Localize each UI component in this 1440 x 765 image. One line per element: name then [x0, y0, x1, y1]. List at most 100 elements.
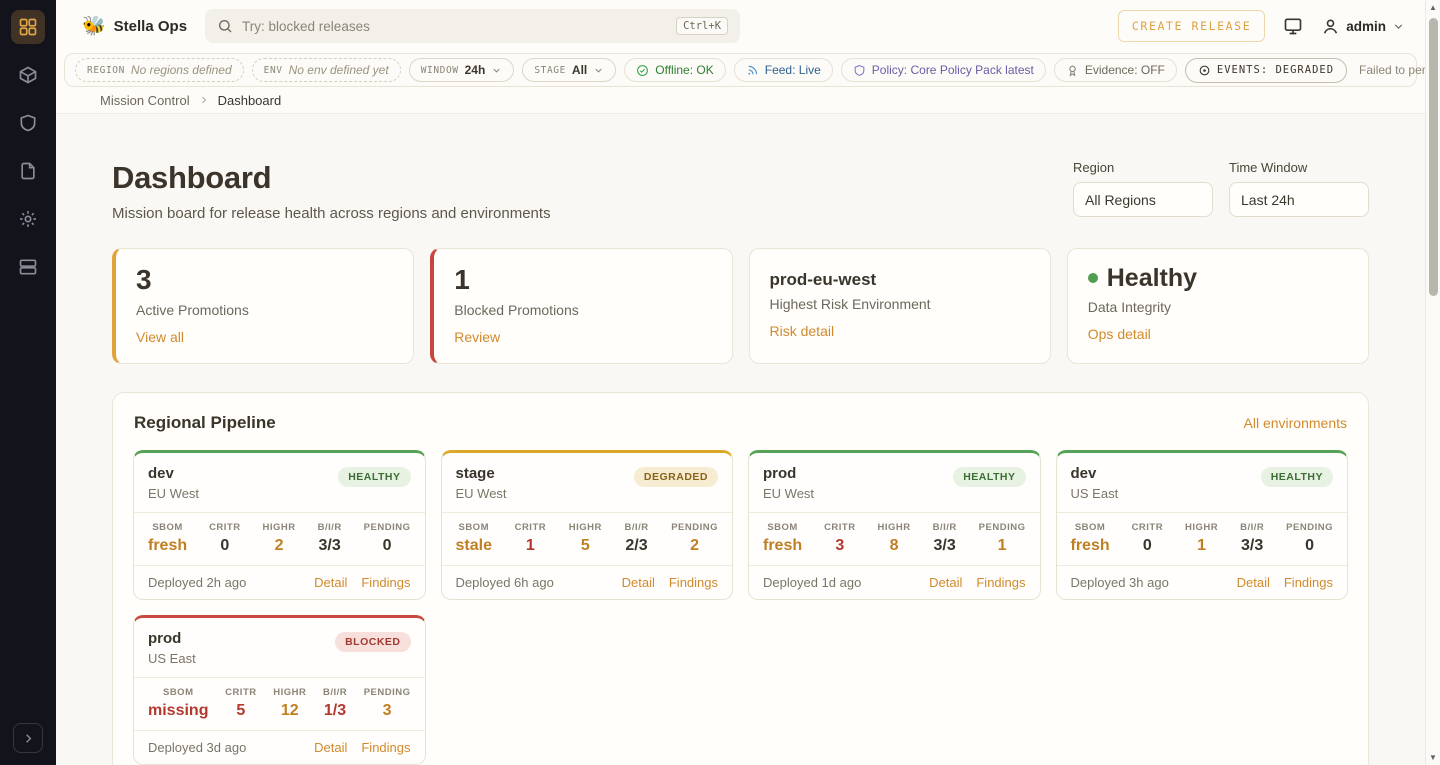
gear-icon	[18, 209, 38, 229]
status-badge: HEALTHY	[1261, 467, 1333, 487]
search-box[interactable]: Ctrl+K	[205, 9, 740, 43]
findings-link[interactable]: Findings	[669, 575, 718, 590]
chevron-down-icon	[1392, 20, 1405, 33]
risk-detail-link[interactable]: Risk detail	[770, 323, 835, 339]
sidebar-item-releases[interactable]	[11, 58, 45, 92]
panel-title: Regional Pipeline	[134, 413, 276, 433]
search-shortcut-kbd: Ctrl+K	[676, 17, 728, 35]
user-menu[interactable]: admin	[1321, 17, 1405, 36]
metric-label: SBOM	[456, 522, 492, 533]
sidebar-expand-button[interactable]	[13, 723, 43, 753]
findings-link[interactable]: Findings	[976, 575, 1025, 590]
sidebar-item-dashboard[interactable]	[11, 10, 45, 44]
stat-value: prod-eu-west	[770, 264, 1030, 290]
metric-label: SBOM	[148, 522, 187, 533]
sidebar-item-infrastructure[interactable]	[11, 250, 45, 284]
env-region: EU West	[763, 486, 814, 501]
breadcrumb: Mission Control Dashboard	[56, 87, 1425, 114]
region-filter-chip[interactable]: REGION No regions defined	[75, 58, 244, 82]
time-window-select[interactable]: Last 24h	[1229, 182, 1369, 217]
dashboard-content: Dashboard Mission board for release heal…	[56, 114, 1425, 765]
package-icon	[18, 65, 38, 85]
context-bar: REGION No regions defined ENV No env def…	[64, 53, 1417, 87]
ops-detail-link[interactable]: Ops detail	[1088, 326, 1151, 342]
policy-status-text: Policy: Core Policy Pack latest	[872, 63, 1034, 77]
highr-value: 12	[273, 702, 306, 720]
page-subtitle: Mission board for release health across …	[112, 205, 551, 222]
findings-link[interactable]: Findings	[1284, 575, 1333, 590]
time-window-select-value: Last 24h	[1241, 192, 1295, 208]
metric-label: CRITR	[225, 687, 257, 698]
search-input[interactable]	[242, 19, 667, 34]
detail-link[interactable]: Detail	[314, 740, 347, 755]
findings-link[interactable]: Findings	[361, 575, 410, 590]
highr-value: 1	[1185, 537, 1218, 555]
region-chip-label: REGION	[87, 65, 125, 76]
detail-link[interactable]: Detail	[622, 575, 655, 590]
review-link[interactable]: Review	[454, 329, 500, 345]
env-card-dev-us-east: dev US East HEALTHY SBOMfresh CRITR0 HIG…	[1056, 450, 1349, 600]
region-select-value: All Regions	[1085, 192, 1156, 208]
policy-status-pill[interactable]: Policy: Core Policy Pack latest	[841, 58, 1046, 82]
env-chip-label: ENV	[264, 65, 283, 76]
vertical-scrollbar[interactable]: ▲ ▼	[1425, 0, 1440, 765]
env-name: dev	[1071, 465, 1119, 482]
sidebar-item-documents[interactable]	[11, 154, 45, 188]
env-region: EU West	[148, 486, 199, 501]
detail-link[interactable]: Detail	[314, 575, 347, 590]
search-icon	[217, 18, 233, 34]
context-bar-wrap: REGION No regions defined ENV No env def…	[56, 52, 1425, 87]
highr-value: 5	[569, 537, 602, 555]
scrollbar-thumb[interactable]	[1429, 18, 1438, 296]
stat-value: 1	[454, 264, 711, 296]
page-title: Dashboard	[112, 160, 551, 196]
env-region: EU West	[456, 486, 507, 501]
metric-label: PENDING	[979, 522, 1026, 533]
stat-label: Active Promotions	[136, 302, 393, 318]
feed-status-pill[interactable]: Feed: Live	[734, 58, 833, 82]
sidebar-item-security[interactable]	[11, 106, 45, 140]
region-chip-value: No regions defined	[131, 63, 232, 77]
create-release-button[interactable]: CREATE RELEASE	[1118, 10, 1265, 42]
sbom-value: missing	[148, 702, 208, 720]
metric-label: SBOM	[1071, 522, 1110, 533]
stat-card-data-integrity: Healthy Data Integrity Ops detail	[1067, 248, 1369, 364]
deployed-time: Deployed 6h ago	[456, 575, 554, 590]
metric-label: PENDING	[671, 522, 718, 533]
breadcrumb-parent[interactable]: Mission Control	[100, 93, 190, 108]
events-status-text: EVENTS: DEGRADED	[1217, 64, 1334, 76]
metric-label: B/I/R	[624, 522, 648, 533]
brand[interactable]: 🐝 Stella Ops	[82, 14, 187, 38]
metric-label: HIGHR	[878, 522, 911, 533]
metric-label: CRITR	[824, 522, 856, 533]
scroll-down-arrow[interactable]: ▼	[1426, 750, 1440, 765]
events-status-pill[interactable]: EVENTS: DEGRADED	[1185, 58, 1347, 83]
metric-label: PENDING	[1286, 522, 1333, 533]
region-select-label: Region	[1073, 160, 1213, 175]
sbom-value: stale	[456, 537, 492, 555]
display-mode-button[interactable]	[1283, 16, 1303, 36]
evidence-status-pill[interactable]: Evidence: OFF	[1054, 58, 1177, 82]
window-filter-chip[interactable]: WINDOW 24h	[409, 58, 515, 82]
all-environments-link[interactable]: All environments	[1244, 415, 1348, 431]
metric-label: PENDING	[364, 687, 411, 698]
findings-link[interactable]: Findings	[361, 740, 410, 755]
chevron-down-icon	[593, 65, 604, 76]
health-dot	[1088, 273, 1098, 283]
detail-link[interactable]: Detail	[929, 575, 962, 590]
check-circle-icon	[636, 64, 649, 77]
deployed-time: Deployed 2h ago	[148, 575, 246, 590]
critr-value: 0	[209, 537, 241, 555]
env-filter-chip[interactable]: ENV No env defined yet	[252, 58, 401, 82]
feed-status-text: Feed: Live	[765, 63, 821, 77]
offline-status-pill[interactable]: Offline: OK	[624, 58, 725, 82]
region-select[interactable]: All Regions	[1073, 182, 1213, 217]
view-all-link[interactable]: View all	[136, 329, 184, 345]
bir-value: 2/3	[624, 537, 648, 555]
sidebar-item-settings[interactable]	[11, 202, 45, 236]
scroll-up-arrow[interactable]: ▲	[1426, 0, 1440, 15]
stage-filter-chip[interactable]: STAGE All	[522, 58, 616, 82]
regional-pipeline-panel: Regional Pipeline All environments dev E…	[112, 392, 1369, 765]
detail-link[interactable]: Detail	[1237, 575, 1270, 590]
pending-value: 0	[1286, 537, 1333, 555]
